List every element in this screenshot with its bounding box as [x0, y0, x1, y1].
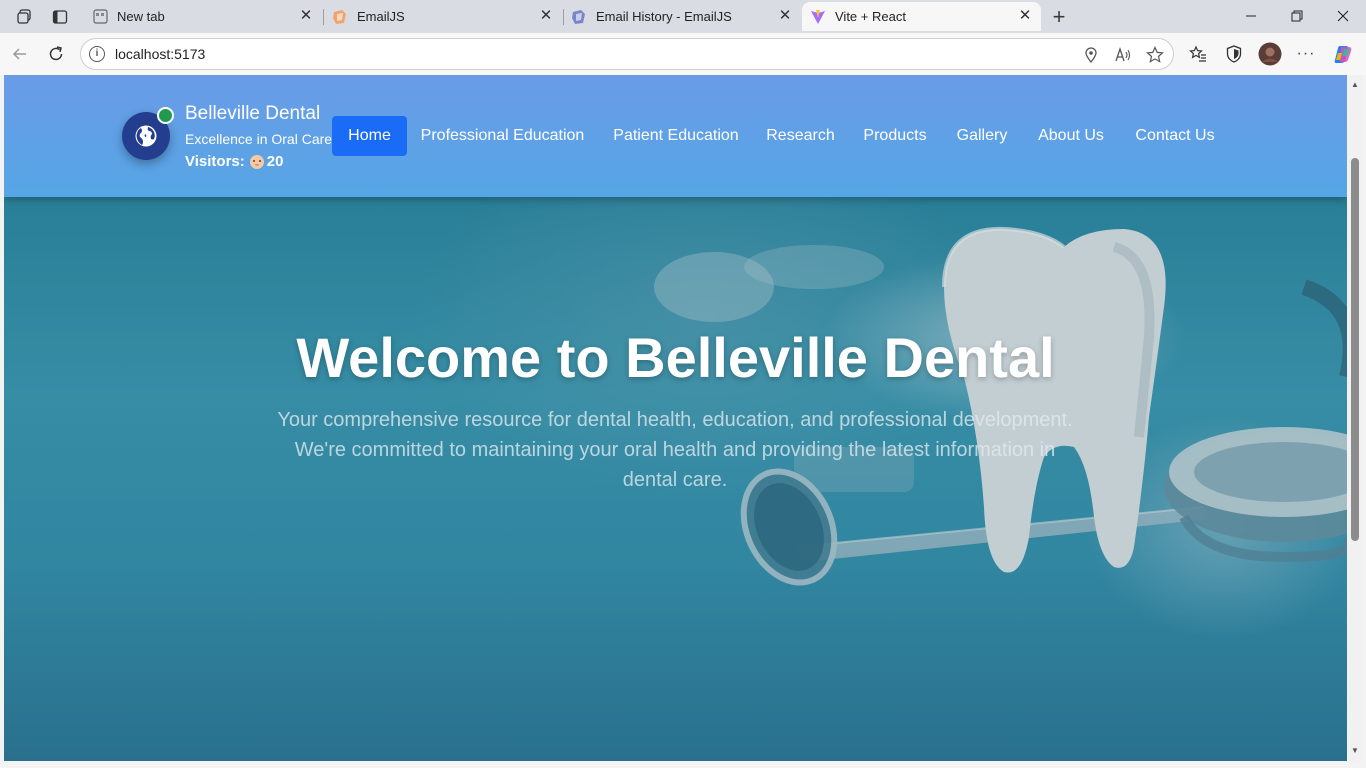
more-options-icon[interactable]: ···: [1293, 41, 1319, 67]
tab-title: New tab: [117, 9, 165, 24]
tab-emailjs[interactable]: EmailJS ✕: [324, 2, 562, 31]
tab-actions-icon[interactable]: [49, 6, 71, 28]
restore-icon[interactable]: [1279, 4, 1315, 28]
hero-title: Welcome to Belleville Dental: [296, 326, 1055, 389]
brand-name[interactable]: Belleville Dental: [185, 103, 320, 125]
nav-patient-education[interactable]: Patient Education: [607, 116, 745, 156]
browser-toolbar: i localhost:5173 ···: [0, 33, 1366, 75]
tab-email-history[interactable]: Email History - EmailJS ✕: [563, 2, 801, 31]
url-text[interactable]: localhost:5173: [115, 46, 205, 62]
browser-essentials-icon[interactable]: [1221, 41, 1247, 67]
browser-tab-bar: New tab ✕ EmailJS ✕ Email History - Emai…: [0, 0, 1366, 33]
visitors-label: Visitors:: [185, 153, 245, 170]
nav-gallery[interactable]: Gallery: [950, 116, 1014, 156]
copilot-icon[interactable]: [1330, 41, 1356, 67]
close-tab-icon[interactable]: ✕: [538, 8, 554, 24]
tab-title: EmailJS: [357, 9, 405, 24]
site-header: Belleville Dental Excellence in Oral Car…: [4, 75, 1347, 197]
online-status-indicator: [157, 107, 174, 124]
visitor-face-icon: [249, 154, 264, 169]
tab-title: Email History - EmailJS: [596, 9, 732, 24]
window-bottom-edge: [0, 761, 1366, 768]
new-tab-icon[interactable]: +: [1048, 4, 1070, 29]
tab-new-tab[interactable]: New tab ✕: [84, 2, 322, 31]
nav-home[interactable]: Home: [332, 116, 407, 156]
close-tab-icon[interactable]: ✕: [298, 8, 314, 24]
profile-avatar[interactable]: [1257, 41, 1283, 67]
nav-professional-education[interactable]: Professional Education: [415, 116, 590, 156]
vite-favicon: [810, 9, 826, 25]
site-info-icon[interactable]: i: [89, 46, 105, 62]
address-bar[interactable]: i localhost:5173: [80, 38, 1174, 70]
tab-title: Vite + React: [835, 9, 906, 24]
location-icon[interactable]: [1081, 45, 1101, 65]
nav-about-us[interactable]: About Us: [1031, 116, 1111, 156]
emailjs-favicon: [571, 9, 587, 25]
new-tab-page-icon: [92, 9, 108, 25]
read-aloud-icon[interactable]: [1113, 45, 1133, 65]
hero-subtitle: Your comprehensive resource for dental h…: [277, 409, 1073, 491]
favorite-star-icon[interactable]: [1145, 45, 1165, 65]
brand-tagline: Excellence in Oral Care: [185, 131, 333, 147]
workspaces-icon[interactable]: [13, 6, 35, 28]
favorites-icon[interactable]: [1185, 41, 1211, 67]
nav-products[interactable]: Products: [856, 116, 934, 156]
refresh-icon[interactable]: [43, 41, 69, 67]
close-tab-icon[interactable]: ✕: [777, 8, 793, 24]
minimize-icon[interactable]: [1233, 4, 1269, 28]
page-scrollbar[interactable]: ▲ ▼: [1348, 75, 1362, 761]
scroll-down-arrow-icon[interactable]: ▼: [1351, 747, 1359, 755]
visitor-counter: Visitors: 20: [185, 153, 283, 170]
emailjs-favicon: [332, 9, 348, 25]
nav-contact-us[interactable]: Contact Us: [1128, 116, 1222, 156]
scrollbar-thumb[interactable]: [1351, 158, 1359, 541]
nav-research[interactable]: Research: [763, 116, 838, 156]
tab-vite-react[interactable]: Vite + React ✕: [802, 2, 1041, 31]
scroll-up-arrow-icon[interactable]: ▲: [1351, 81, 1359, 89]
hero-section: Welcome to Belleville Dental Your compre…: [4, 197, 1347, 761]
back-icon[interactable]: [7, 41, 33, 67]
close-tab-icon[interactable]: ✕: [1017, 8, 1033, 24]
visitors-count: 20: [266, 153, 284, 170]
close-window-icon[interactable]: [1325, 4, 1361, 28]
page-viewport: Belleville Dental Excellence in Oral Car…: [4, 75, 1347, 761]
